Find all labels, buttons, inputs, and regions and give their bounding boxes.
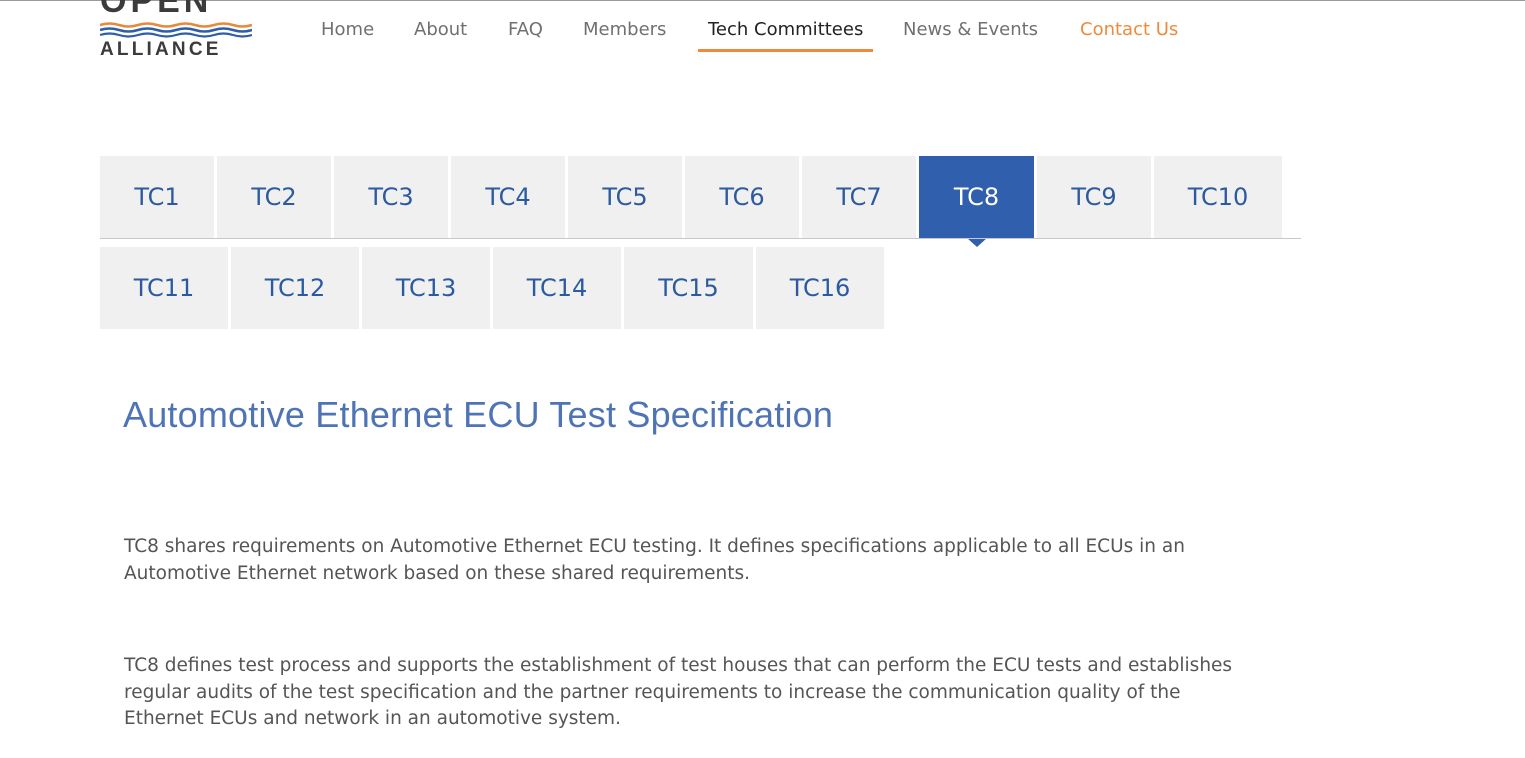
nav-news-events[interactable]: News & Events: [903, 18, 1038, 54]
nav-about[interactable]: About: [414, 18, 467, 54]
nav-contact-us[interactable]: Contact Us: [1080, 18, 1178, 54]
tab-tc4[interactable]: TC4: [451, 156, 565, 238]
tab-tc5[interactable]: TC5: [568, 156, 682, 238]
tab-tc16[interactable]: TC16: [756, 247, 884, 329]
nav-faq[interactable]: FAQ: [508, 18, 543, 54]
tab-tc9[interactable]: TC9: [1037, 156, 1151, 238]
nav-members[interactable]: Members: [583, 18, 666, 54]
tab-tc12[interactable]: TC12: [231, 247, 359, 329]
tab-tc6[interactable]: TC6: [685, 156, 799, 238]
tab-tc11[interactable]: TC11: [100, 247, 228, 329]
nav-tech-committees[interactable]: Tech Committees: [697, 18, 874, 54]
logo-text-open: OPEN: [100, 0, 213, 20]
tab-tc14[interactable]: TC14: [493, 247, 621, 329]
tab-tc10[interactable]: TC10: [1154, 156, 1282, 238]
tab-tc3[interactable]: TC3: [334, 156, 448, 238]
page-title: Automotive Ethernet ECU Test Specificati…: [123, 394, 834, 435]
logo-waves-icon: [100, 22, 252, 38]
tab-tc2[interactable]: TC2: [217, 156, 331, 238]
tab-tc15[interactable]: TC15: [624, 247, 753, 329]
tab-tc13[interactable]: TC13: [362, 247, 490, 329]
tab-tc8[interactable]: TC8: [919, 156, 1034, 247]
nav-home[interactable]: Home: [321, 18, 374, 54]
tabs-divider: [100, 238, 1301, 239]
tab-tc7[interactable]: TC7: [802, 156, 916, 238]
logo-text-alliance: ALLIANCE: [100, 39, 222, 60]
description-paragraph-2: TC8 defines test process and supports th…: [124, 655, 1233, 729]
open-alliance-logo[interactable]: OPEN ALLIANCE: [100, 0, 252, 62]
description-paragraph-1: TC8 shares requirements on Automotive Et…: [124, 536, 1185, 584]
tab-tc1[interactable]: TC1: [100, 156, 214, 238]
